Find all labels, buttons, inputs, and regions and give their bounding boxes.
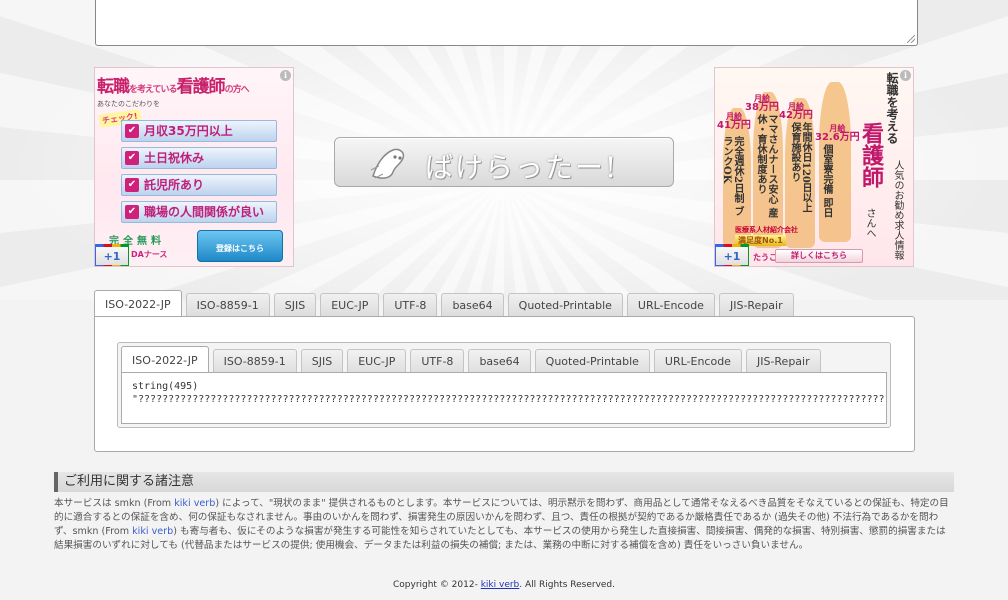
- ad-banner-right[interactable]: 月給 41万円 月給 38万円 月給 42万円 月給 32.6万円 完全週休2日制 ブラ…: [714, 67, 914, 267]
- resize-grip-icon[interactable]: [907, 35, 915, 43]
- encoding-tabs: ISO-2022-JP ISO-8859-1 SJIS EUC-JP UTF-8…: [94, 290, 915, 452]
- ad-left-headline: 転職を考えている看護師の方へ: [97, 77, 250, 97]
- ad-right-pay: 月給 38万円: [745, 94, 779, 113]
- ad-left-register-button[interactable]: 登録はこちら: [197, 230, 283, 262]
- ad-left-option: 託児所あり: [121, 174, 277, 196]
- inner-tab-euc-jp[interactable]: EUC-JP: [347, 349, 407, 373]
- ad-right-pay: 月給 32.6万円: [815, 124, 860, 143]
- input-textarea[interactable]: [95, 0, 918, 46]
- inner-tab-strip: ISO-2022-JP ISO-8859-1 SJIS EUC-JP UTF-8…: [121, 346, 825, 373]
- tab-sjis[interactable]: SJIS: [273, 293, 317, 317]
- result-panel: string(495) "???????????????????????????…: [121, 372, 887, 424]
- inner-tab-sjis[interactable]: SJIS: [300, 349, 344, 373]
- ad-left-brand: DAナース: [131, 250, 168, 259]
- inner-tab-quoted-printable[interactable]: Quoted-Printable: [534, 349, 650, 373]
- footer-text: . All Rights Reserved.: [519, 580, 616, 590]
- outer-tab-panel: ISO-2022-JP ISO-8859-1 SJIS EUC-JP UTF-8…: [94, 316, 915, 452]
- logo-text: ばけらったー!: [425, 151, 619, 184]
- ad-right-feature: 完全週休2日制 ブランクOK: [721, 136, 743, 217]
- tab-utf-8[interactable]: UTF-8: [383, 293, 438, 317]
- ad-right-feature: 年間休日120日以上 保育施設あり: [789, 122, 811, 213]
- ad-left-cta-main: 登録: [216, 244, 232, 253]
- tab-url-encode[interactable]: URL-Encode: [626, 293, 715, 317]
- ad-right-sub: 人気のお勧め求人情報: [892, 160, 903, 260]
- disclaimer-text: ) も寄与者も、仮にそのような損害が発生する可能性を知らされていたとしても、本サ…: [54, 526, 946, 551]
- tab-euc-jp[interactable]: EUC-JP: [320, 293, 380, 317]
- inner-tabs: ISO-2022-JP ISO-8859-1 SJIS EUC-JP UTF-8…: [117, 342, 891, 428]
- disclaimer-text: 本サービスは smkn (From: [54, 498, 175, 509]
- tab-quoted-printable[interactable]: Quoted-Printable: [507, 293, 623, 317]
- inner-tab-iso-2022-jp[interactable]: ISO-2022-JP: [121, 346, 209, 373]
- footer-kiki-verb-link[interactable]: kiki verb: [481, 580, 520, 590]
- ad-right-suffix: さんへ: [864, 208, 875, 238]
- ad-banner-left[interactable]: 転職を考えている看護師の方へ i あなたのこだわりを チェック! 月収35万円以…: [94, 67, 294, 267]
- tab-jis-repair[interactable]: JIS-Repair: [718, 293, 794, 317]
- tab-base64[interactable]: base64: [441, 293, 504, 317]
- inner-tab-jis-repair[interactable]: JIS-Repair: [745, 349, 821, 373]
- ad-right-badge: 医療系人材紹介会社 満足度No.1: [735, 226, 798, 246]
- ad-info-icon[interactable]: i: [900, 70, 911, 81]
- ad-left-sub: あなたのこだわりを: [97, 100, 160, 108]
- google-plus-one-button[interactable]: +1: [95, 244, 129, 266]
- ad-right-details-button[interactable]: 詳しくはこちら: [775, 249, 863, 263]
- disclaimer-title: ご利用に関する諸注意: [54, 472, 954, 492]
- kiki-verb-link[interactable]: kiki verb: [174, 498, 215, 509]
- ad-right-big: 看護師: [858, 122, 884, 188]
- ad-right-pay: 月給 42万円: [779, 102, 813, 121]
- result-line-value: "???????????????????????????????????????…: [132, 394, 887, 405]
- ad-right-feature: 個室寮完備 即日: [821, 144, 832, 218]
- tab-iso-2022-jp[interactable]: ISO-2022-JP: [94, 290, 182, 317]
- tab-iso-8859-1[interactable]: ISO-8859-1: [185, 293, 270, 317]
- footer-text: Copyright © 2012-: [392, 580, 481, 590]
- inner-tab-iso-8859-1[interactable]: ISO-8859-1: [212, 349, 297, 373]
- ad-left-option: 月収35万円以上: [121, 120, 277, 142]
- google-plus-one-button[interactable]: +1: [715, 244, 749, 266]
- ad-right-title: 転職を考える: [885, 72, 899, 144]
- ghost-icon: [370, 148, 405, 179]
- inner-tab-base64[interactable]: base64: [468, 349, 531, 373]
- result-output[interactable]: string(495) "???????????????????????????…: [122, 373, 886, 413]
- ad-right-feature: ママさんナース安心 産休・育休制度あり: [755, 114, 777, 218]
- ad-left-option: 土日祝休み: [121, 147, 277, 169]
- ad-left-option: 職場の人間関係が良い: [121, 201, 277, 223]
- ad-right-brand: たうこ: [753, 253, 777, 262]
- ad-left-cta-small: はこちら: [232, 244, 264, 253]
- footer-copyright: Copyright © 2012- kiki verb. All Rights …: [0, 580, 1008, 590]
- outer-tab-strip: ISO-2022-JP ISO-8859-1 SJIS EUC-JP UTF-8…: [94, 290, 798, 317]
- kiki-verb-link[interactable]: kiki verb: [132, 526, 173, 537]
- ad-right-pay: 月給 41万円: [717, 112, 751, 131]
- disclaimer-body: 本サービスは smkn (From kiki verb) によって、"現状のまま…: [54, 497, 954, 553]
- site-logo[interactable]: ばけらったー!: [334, 137, 674, 187]
- ad-info-icon[interactable]: i: [280, 70, 291, 81]
- inner-tab-url-encode[interactable]: URL-Encode: [653, 349, 742, 373]
- inner-tab-utf-8[interactable]: UTF-8: [410, 349, 465, 373]
- result-line-type: string(495): [132, 381, 199, 392]
